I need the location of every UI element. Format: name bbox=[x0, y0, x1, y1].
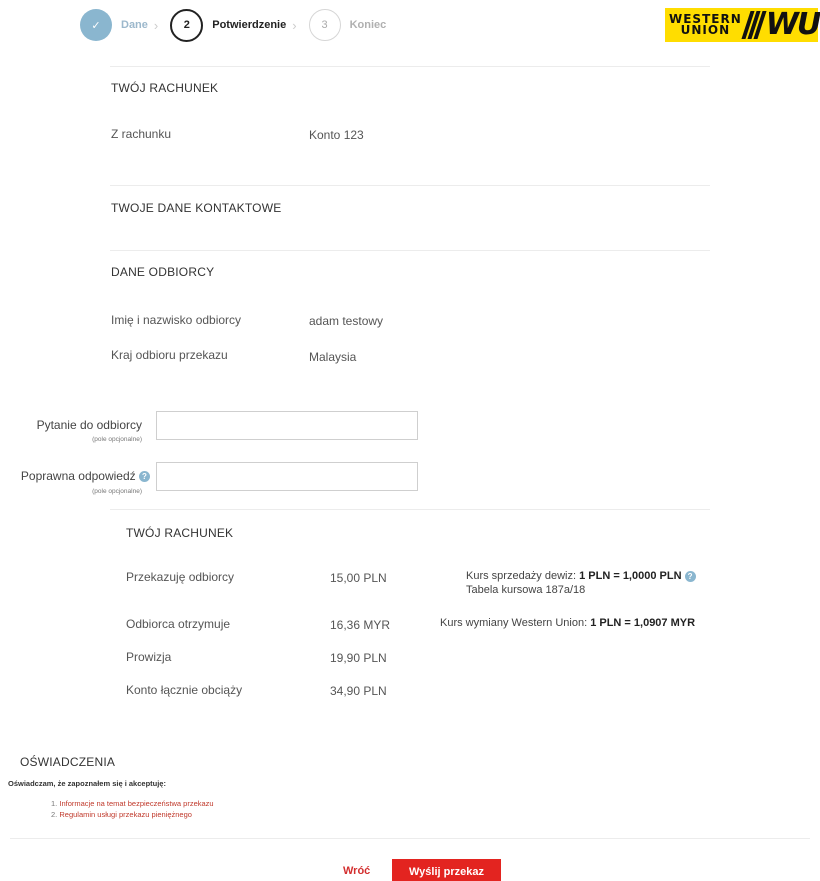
from-account-value: Konto 123 bbox=[309, 128, 364, 142]
wu-exchange-rate: Kurs wymiany Western Union: 1 PLN = 1,09… bbox=[440, 617, 696, 629]
step-number: 3 bbox=[308, 9, 341, 41]
rate-table: Tabela kursowa 187a/18 bbox=[466, 584, 586, 596]
step-label: Koniec bbox=[349, 19, 387, 31]
security-info-link[interactable]: 1. Informacje na temat bezpieczeństwa pr… bbox=[51, 799, 214, 808]
recipient-heading: DANE ODBIORCY bbox=[111, 265, 215, 279]
help-icon[interactable]: ? bbox=[139, 471, 150, 483]
total-value: 34,90 PLN bbox=[330, 684, 387, 698]
recipient-name-value: adam testowy bbox=[309, 314, 384, 328]
recipient-country-label: Kraj odbioru przekazu bbox=[111, 348, 228, 362]
question-label: Pytanie do odbiorcy bbox=[36, 418, 142, 432]
summary-heading: TWÓJ RACHUNEK bbox=[126, 526, 234, 540]
divider bbox=[10, 838, 810, 839]
fee-value: 19,90 PLN bbox=[330, 651, 387, 665]
step-label: Dane bbox=[121, 19, 148, 31]
help-icon[interactable]: ? bbox=[684, 570, 696, 582]
divider bbox=[110, 250, 710, 251]
from-account-label: Z rachunku bbox=[111, 127, 172, 141]
divider bbox=[110, 509, 710, 510]
progress-stepper: ✓ Dane › 2 Potwierdzenie › 3 Koniec bbox=[80, 8, 386, 42]
check-icon: ✓ bbox=[80, 9, 112, 41]
logo-stripes bbox=[741, 11, 767, 39]
back-button[interactable]: Wróć bbox=[343, 865, 370, 877]
divider bbox=[110, 185, 710, 186]
declaration-statement: Oświadczam, że zapoznałem się i akceptuj… bbox=[8, 779, 166, 788]
account-heading: TWÓJ RACHUNEK bbox=[111, 81, 219, 95]
step-potwierdzenie: 2 Potwierdzenie bbox=[170, 8, 287, 42]
step-label: Potwierdzenie bbox=[212, 19, 287, 31]
logo-text: WESTERN UNION bbox=[669, 12, 742, 37]
terms-link[interactable]: 2. Regulamin usługi przekazu pieniężnego bbox=[51, 810, 192, 819]
recipient-name-label: Imię i nazwisko odbiorcy bbox=[111, 313, 242, 327]
declarations-heading: OŚWIADCZENIA bbox=[20, 755, 116, 769]
step-dane[interactable]: ✓ Dane bbox=[80, 9, 148, 41]
contact-heading: TWOJE DANE KONTAKTOWE bbox=[111, 201, 282, 215]
step-koniec: 3 Koniec bbox=[308, 9, 387, 41]
recipient-country-value: Malaysia bbox=[309, 350, 357, 364]
transfer-label: Przekazuję odbiorcy bbox=[126, 570, 235, 584]
divider bbox=[110, 66, 710, 67]
receives-label: Odbiorca otrzymuje bbox=[126, 617, 231, 631]
question-sublabel: (pole opcjonalne) bbox=[92, 436, 142, 443]
western-union-logo: WESTERN UNION WU bbox=[665, 7, 820, 42]
transfer-value: 15,00 PLN bbox=[330, 571, 387, 585]
logo-mark: WU bbox=[765, 7, 820, 42]
chevron-right-icon: › bbox=[292, 17, 297, 33]
receives-value: 16,36 MYR bbox=[330, 618, 391, 632]
chevron-right-icon: › bbox=[153, 17, 159, 33]
answer-input[interactable] bbox=[156, 462, 418, 491]
step-number: 2 bbox=[170, 8, 204, 42]
total-label: Konto łącznie obciąży bbox=[126, 683, 243, 697]
question-input[interactable] bbox=[156, 411, 418, 440]
send-transfer-button[interactable]: Wyślij przekaz bbox=[392, 859, 501, 881]
sale-rate: Kurs sprzedaży dewiz: 1 PLN = 1,0000 PLN… bbox=[466, 570, 696, 582]
fee-label: Prowizja bbox=[126, 650, 172, 664]
answer-sublabel: (pole opcjonalne) bbox=[92, 488, 142, 495]
answer-label: Poprawna odpowiedź ? bbox=[0, 469, 150, 483]
